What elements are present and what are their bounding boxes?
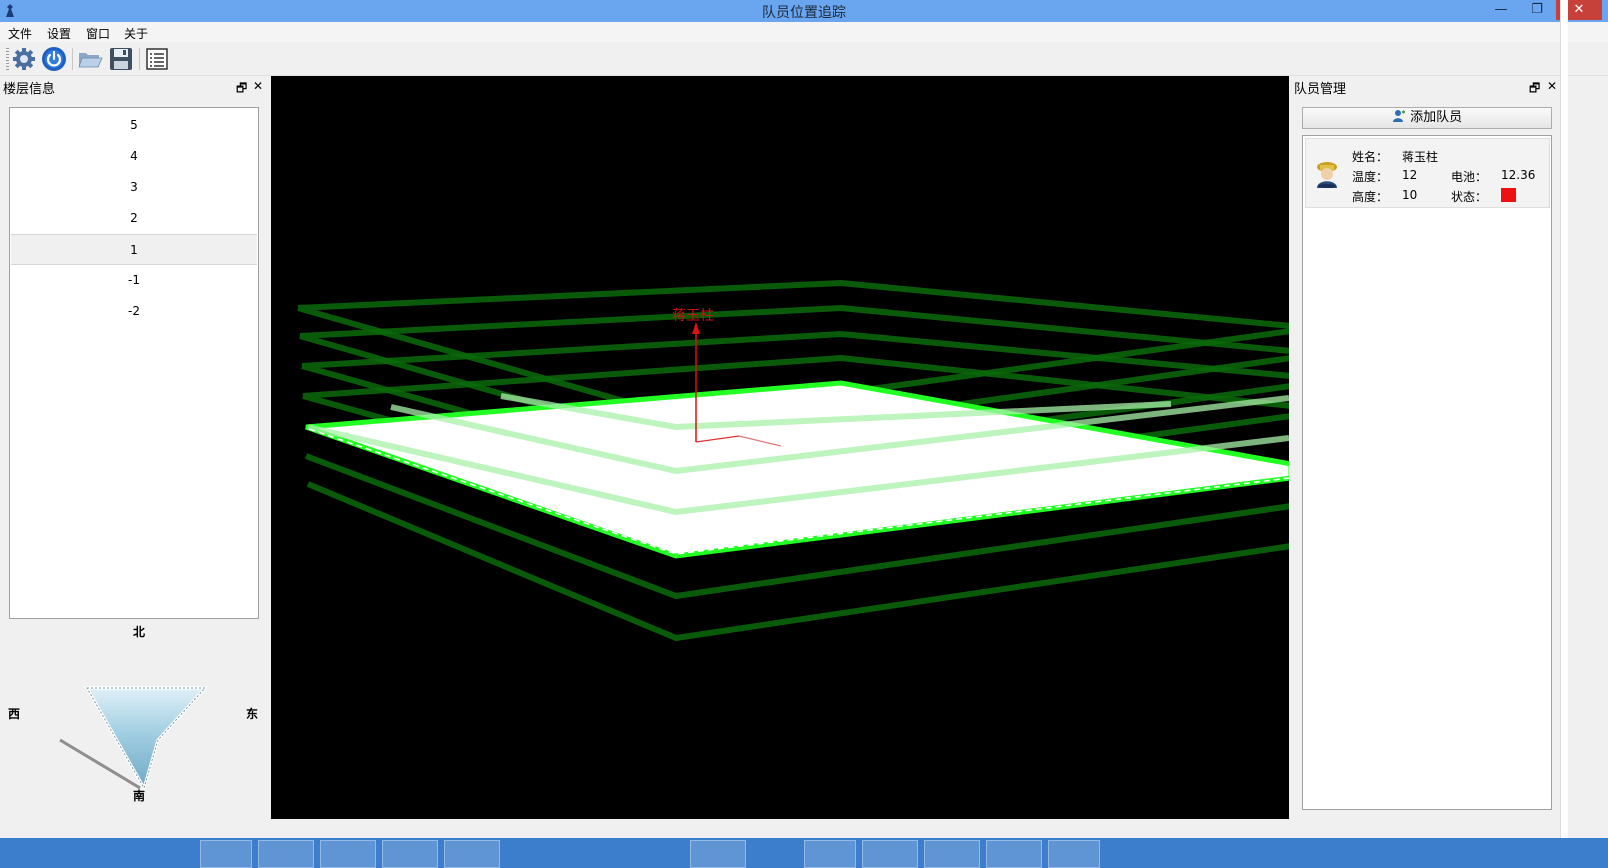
- floor-stack-scene: 蒋玉柱: [297, 279, 1294, 642]
- taskbar-item[interactable]: [444, 840, 500, 868]
- taskbar-item[interactable]: [804, 840, 856, 868]
- floor-panel-title: 楼层信息: [3, 82, 56, 97]
- member-list: 姓名： 蒋玉柱 温度： 12 电池： 12.36 高度： 10 状态：: [1302, 135, 1552, 810]
- member-battery: 12.36: [1501, 168, 1536, 182]
- member-name: 蒋玉柱: [1402, 150, 1439, 164]
- taskbar-item[interactable]: [1048, 840, 1100, 868]
- member-height-label: 高度：: [1352, 190, 1389, 204]
- member-panel-close-button[interactable]: ✕: [1547, 79, 1557, 93]
- folder-open-icon[interactable]: [77, 46, 103, 72]
- floor-item[interactable]: 5: [11, 110, 257, 141]
- floor-item[interactable]: 4: [11, 141, 257, 172]
- settings-icon[interactable]: [11, 46, 37, 72]
- add-member-label: 添加队员: [1410, 110, 1463, 125]
- menu-about[interactable]: 关于: [124, 25, 148, 42]
- taskbar-item[interactable]: [320, 840, 376, 868]
- member-temp-label: 温度：: [1352, 170, 1389, 184]
- menu-bar: 文件 设置 窗口 关于: [0, 22, 1608, 42]
- window-title: 队员位置追踪: [762, 5, 846, 21]
- toolbar-separator: [72, 48, 73, 70]
- maximize-button[interactable]: ❐: [1524, 0, 1550, 20]
- taskbar-item[interactable]: [200, 840, 252, 868]
- menu-file[interactable]: 文件: [8, 25, 32, 42]
- taskbar-item[interactable]: [986, 840, 1042, 868]
- save-icon[interactable]: [108, 46, 134, 72]
- menu-window[interactable]: 窗口: [86, 25, 110, 42]
- compass-south-label: 南: [133, 789, 146, 803]
- floor-panel-close-button[interactable]: ✕: [253, 79, 263, 93]
- add-member-button[interactable]: 添加队员: [1302, 107, 1552, 129]
- taskbar-item[interactable]: [382, 840, 438, 868]
- floor-item-selected[interactable]: 1: [11, 234, 257, 265]
- member-temp: 12: [1402, 168, 1418, 182]
- member-battery-label: 电池：: [1451, 170, 1488, 184]
- window-edge: [1560, 0, 1568, 868]
- member-panel-float-button[interactable]: 🗗: [1529, 79, 1540, 100]
- toolbar: [0, 42, 1608, 76]
- member-status-indicator: [1501, 188, 1516, 202]
- firefighter-avatar-icon: [1317, 162, 1337, 188]
- floor-item[interactable]: -2: [11, 296, 257, 327]
- power-icon[interactable]: [41, 46, 67, 72]
- taskbar-item[interactable]: [258, 840, 314, 868]
- menu-settings[interactable]: 设置: [47, 25, 71, 42]
- taskbar-item[interactable]: [862, 840, 918, 868]
- taskbar: [0, 838, 1608, 868]
- add-user-icon: [1392, 110, 1405, 122]
- member-panel-title: 队员管理: [1294, 82, 1347, 97]
- floor-item[interactable]: 2: [11, 203, 257, 234]
- toolbar-grip[interactable]: [6, 48, 9, 70]
- taskbar-item[interactable]: [690, 840, 746, 868]
- floor-list: 5 4 3 2 1 -1 -2: [9, 107, 259, 619]
- compass-west-label: 西: [8, 707, 21, 721]
- member-status-label: 状态：: [1451, 190, 1488, 204]
- minimize-button[interactable]: —: [1488, 0, 1514, 20]
- compass-needle-icon: [59, 686, 209, 792]
- taskbar-item[interactable]: [924, 840, 980, 868]
- compass-north-label: 北: [133, 625, 146, 639]
- floor-panel-float-button[interactable]: 🗗: [236, 79, 247, 100]
- title-bar: 队员位置追踪 — ❐ ✕: [0, 0, 1608, 22]
- compass-east-label: 东: [246, 707, 259, 721]
- member-height: 10: [1402, 188, 1418, 202]
- floor-item[interactable]: 3: [11, 172, 257, 203]
- member-marker-label: 蒋玉柱: [672, 308, 714, 324]
- 3d-viewport[interactable]: 蒋玉柱: [271, 76, 1294, 819]
- list-icon[interactable]: [144, 46, 170, 72]
- floor-item[interactable]: -1: [11, 265, 257, 296]
- toolbar-separator: [139, 48, 140, 70]
- member-name-label: 姓名：: [1352, 150, 1389, 164]
- member-card[interactable]: 姓名： 蒋玉柱 温度： 12 电池： 12.36 高度： 10 状态：: [1305, 138, 1550, 208]
